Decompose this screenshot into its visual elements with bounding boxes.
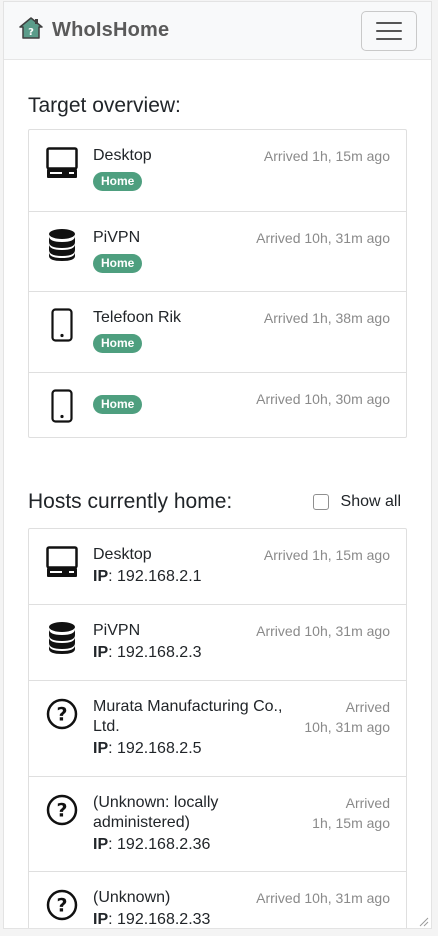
host-ip: IP: 192.168.2.33 — [93, 911, 211, 928]
svg-text:?: ? — [28, 27, 34, 38]
app-window: ? WhoIsHome Target overview: Desktop Hom… — [3, 1, 432, 929]
target-name: Telefoon Rik — [93, 309, 182, 326]
arrived-time: Arrived 1h, 38m ago — [263, 310, 390, 326]
arrived-time: Arrived 10h, 31m ago — [256, 890, 390, 906]
show-all-checkbox[interactable] — [312, 494, 329, 510]
target-body: Telefoon Rik Home — [93, 308, 264, 353]
hamburger-menu-icon — [376, 37, 402, 40]
svg-text:?: ? — [56, 895, 67, 917]
phone-icon — [45, 389, 79, 423]
host-body: (Unknown: locally administered) IP: 192.… — [93, 793, 312, 855]
ip-label: IP — [93, 836, 109, 853]
desktop-icon — [45, 146, 79, 180]
ip-label: IP — [93, 568, 109, 585]
ip-label: IP — [93, 740, 109, 757]
ip-value: 192.168.2.33 — [117, 911, 211, 928]
host-item[interactable]: PiVPN IP: 192.168.2.3 Arrived 10h, 31m a… — [29, 605, 406, 681]
target-item[interactable]: Telefoon Rik Home Arrived 1h, 38m ago — [29, 292, 406, 373]
question-circle-icon: ? — [45, 793, 79, 827]
arrived-time: Arrived 1h, 15m ago — [312, 793, 390, 833]
ip-value: 192.168.2.36 — [117, 836, 211, 853]
status-badge: Home — [93, 395, 143, 414]
ip-value: 192.168.2.1 — [117, 568, 202, 585]
host-name: (Unknown: locally administered) — [93, 794, 219, 831]
host-item[interactable]: ? Murata Manufacturing Co., Ltd. IP: 192… — [29, 681, 406, 777]
arrived-time: Arrived 10h, 31m ago — [256, 623, 390, 639]
arrived-label: Arrived — [345, 699, 390, 715]
svg-text:?: ? — [56, 800, 67, 822]
host-body: Desktop IP: 192.168.2.1 — [93, 545, 264, 587]
question-circle-icon: ? — [45, 888, 79, 922]
arrived-time: Arrived 10h, 30m ago — [256, 391, 390, 407]
target-item[interactable]: PiVPN Home Arrived 10h, 31m ago — [29, 212, 406, 292]
resize-grip-icon[interactable] — [417, 914, 429, 927]
target-item[interactable]: Desktop Home Arrived 1h, 15m ago — [29, 130, 406, 212]
arrived-time: Arrived 1h, 15m ago — [263, 148, 390, 164]
menu-toggle-button[interactable] — [361, 10, 417, 51]
database-icon — [45, 621, 79, 655]
host-body: (Unknown) IP: 192.168.2.33 — [93, 888, 256, 928]
house-question-icon: ? — [18, 15, 44, 46]
target-list: Desktop Home Arrived 1h, 15m ago PiVPN H… — [28, 129, 407, 438]
target-body: Desktop Home — [93, 146, 264, 191]
arrived-time: Arrived 1h, 15m ago — [263, 547, 390, 563]
hosts-home-title: Hosts currently home: — [28, 490, 233, 513]
host-name: Desktop — [93, 546, 152, 563]
hosts-list: Desktop IP: 192.168.2.1 Arrived 1h, 15m … — [28, 528, 407, 928]
host-ip: IP: 192.168.2.36 — [93, 836, 211, 853]
host-item[interactable]: Desktop IP: 192.168.2.1 Arrived 1h, 15m … — [29, 529, 406, 605]
desktop-icon — [45, 545, 79, 579]
show-all-toggle[interactable]: Show all — [312, 493, 401, 511]
hosts-header: Hosts currently home: Show all — [28, 490, 407, 514]
host-ip: IP: 192.168.2.5 — [93, 740, 202, 757]
question-circle-icon: ? — [45, 697, 79, 731]
target-item[interactable]: Home Arrived 10h, 30m ago — [29, 373, 406, 437]
target-name: Desktop — [93, 147, 152, 164]
host-body: Murata Manufacturing Co., Ltd. IP: 192.1… — [93, 697, 304, 759]
host-ip: IP: 192.168.2.3 — [93, 644, 202, 661]
arrived-duration: 1h, 15m ago — [312, 815, 390, 831]
navbar: ? WhoIsHome — [4, 2, 431, 60]
arrived-duration: 10h, 31m ago — [304, 719, 390, 735]
host-name: Murata Manufacturing Co., Ltd. — [93, 698, 283, 735]
phone-icon — [45, 308, 79, 342]
hamburger-menu-icon — [376, 29, 402, 32]
show-all-label: Show all — [340, 493, 401, 510]
target-overview-title: Target overview: — [28, 94, 181, 117]
ip-label: IP — [93, 644, 109, 661]
host-name: PiVPN — [93, 622, 141, 639]
brand-link[interactable]: ? WhoIsHome — [18, 15, 169, 46]
hamburger-menu-icon — [376, 21, 402, 24]
ip-value: 192.168.2.3 — [117, 644, 202, 661]
svg-text:?: ? — [56, 704, 67, 726]
host-item[interactable]: ? (Unknown: locally administered) IP: 19… — [29, 777, 406, 872]
target-body: PiVPN Home — [93, 228, 256, 273]
status-badge: Home — [93, 254, 143, 273]
arrived-time: Arrived 10h, 31m ago — [304, 697, 390, 737]
ip-value: 192.168.2.5 — [117, 740, 202, 757]
main-content: Target overview: Desktop Home Arrived 1h… — [4, 94, 431, 928]
host-name: (Unknown) — [93, 889, 171, 906]
status-badge: Home — [93, 334, 143, 353]
target-body: Home — [93, 389, 256, 414]
target-name: PiVPN — [93, 229, 141, 246]
arrived-time: Arrived 10h, 31m ago — [256, 230, 390, 246]
database-icon — [45, 228, 79, 262]
host-body: PiVPN IP: 192.168.2.3 — [93, 621, 256, 663]
arrived-label: Arrived — [345, 795, 390, 811]
status-badge: Home — [93, 172, 143, 191]
host-item[interactable]: ? (Unknown) IP: 192.168.2.33 Arrived 10h… — [29, 872, 406, 928]
brand-name: WhoIsHome — [52, 19, 170, 41]
host-ip: IP: 192.168.2.1 — [93, 568, 202, 585]
ip-label: IP — [93, 911, 109, 928]
